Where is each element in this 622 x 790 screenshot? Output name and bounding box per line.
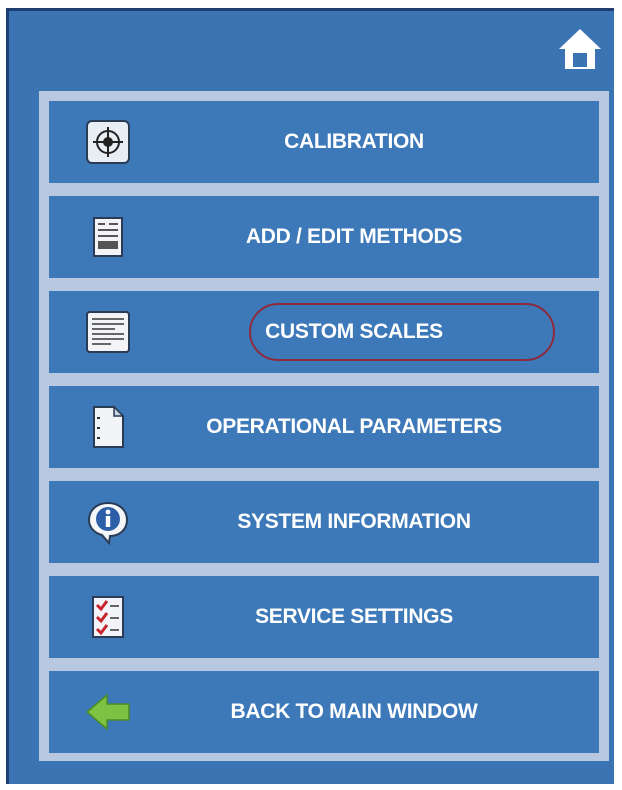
add-edit-methods-button[interactable]: ADD / EDIT METHODS <box>49 196 599 278</box>
menu-screen: CALIBRATION ADD / EDIT METHODS CUSTOM SC… <box>6 8 614 784</box>
system-information-button[interactable]: SYSTEM INFORMATION <box>49 481 599 563</box>
system-information-label: SYSTEM INFORMATION <box>237 510 471 533</box>
blank-page-icon <box>93 405 125 448</box>
home-button[interactable] <box>557 27 603 71</box>
custom-scales-label: CUSTOM SCALES <box>265 320 443 343</box>
operational-parameters-button[interactable]: OPERATIONAL PARAMETERS <box>49 386 599 468</box>
document-list-icon <box>93 217 123 257</box>
custom-scales-button[interactable]: CUSTOM SCALES <box>49 291 599 373</box>
operational-parameters-label: OPERATIONAL PARAMETERS <box>206 415 502 438</box>
settings-menu: CALIBRATION ADD / EDIT METHODS CUSTOM SC… <box>39 91 609 761</box>
add-edit-methods-label: ADD / EDIT METHODS <box>245 225 463 248</box>
info-icon <box>87 501 129 545</box>
back-to-main-window-label: BACK TO MAIN WINDOW <box>230 700 478 723</box>
back-to-main-window-button[interactable]: BACK TO MAIN WINDOW <box>49 671 599 753</box>
crosshair-icon <box>86 120 130 164</box>
back-arrow-icon <box>85 693 130 731</box>
calibration-button[interactable]: CALIBRATION <box>49 101 599 183</box>
checklist-icon <box>92 596 124 638</box>
service-settings-button[interactable]: SERVICE SETTINGS <box>49 576 599 658</box>
calibration-label: CALIBRATION <box>284 130 424 153</box>
text-page-icon <box>86 311 130 353</box>
service-settings-label: SERVICE SETTINGS <box>255 605 453 628</box>
home-icon <box>559 29 601 69</box>
